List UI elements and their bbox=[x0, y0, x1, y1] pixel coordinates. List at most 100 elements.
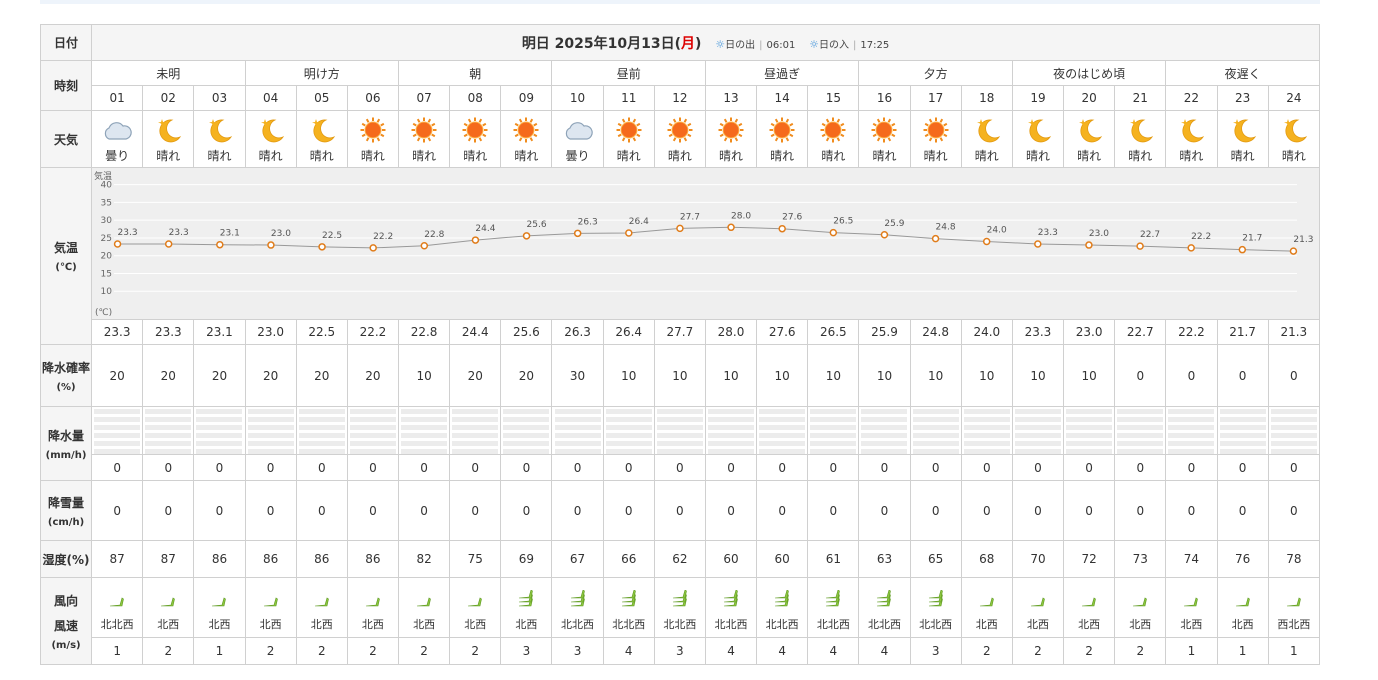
rain-value: 0 bbox=[397, 454, 451, 481]
temp-value: 23.3 bbox=[1011, 319, 1065, 345]
rain-bar-segment bbox=[247, 441, 294, 446]
snow-value: 0 bbox=[960, 480, 1013, 541]
wind-speed-value: 2 bbox=[1114, 637, 1167, 665]
rain-bar-segment bbox=[554, 425, 601, 430]
weather-text: 晴れ bbox=[872, 148, 897, 163]
rain-bar-cell bbox=[1011, 406, 1065, 455]
temp-point bbox=[829, 228, 838, 236]
rain-bar-segment bbox=[912, 417, 959, 422]
rain-unit: (mm/h) bbox=[45, 449, 87, 461]
date-title-suffix: ) bbox=[695, 35, 702, 52]
wind-direction: 北北西 bbox=[612, 617, 646, 631]
y-tick-label: 35 bbox=[101, 198, 112, 208]
rain-bar-segment bbox=[912, 449, 959, 454]
rain-bar-cell bbox=[1063, 406, 1116, 455]
wind-speed-value: 3 bbox=[551, 637, 604, 665]
hour-cell: 22 bbox=[1165, 85, 1218, 111]
weather-text: 晴れ bbox=[1077, 148, 1102, 163]
moon-icon bbox=[976, 118, 1000, 142]
temp-point bbox=[267, 240, 275, 249]
period-row: 時刻 未明 明け方朝昼前 昼過ぎ 夕方 夜のはじめ頃 夜遅く bbox=[39, 60, 1320, 111]
rain-bar-segment bbox=[810, 425, 857, 430]
wind-speed-value: 2 bbox=[346, 637, 400, 665]
snow-value: 0 bbox=[295, 480, 348, 541]
rain-bar-segment bbox=[708, 425, 755, 430]
rain-bar-segment bbox=[656, 409, 703, 414]
rain-bar-segment bbox=[1168, 449, 1215, 454]
wind-speed-value: 4 bbox=[756, 637, 809, 665]
weather-cell: 晴れ bbox=[704, 110, 758, 168]
rain-bar-segment bbox=[1219, 449, 1266, 454]
rain-bar-segment bbox=[503, 433, 550, 438]
rain-bar-segment bbox=[196, 425, 243, 430]
rain-bar-segment bbox=[963, 441, 1010, 446]
humidity-value: 86 bbox=[295, 540, 348, 578]
sun-icon bbox=[411, 117, 437, 142]
sunset-info: ☼日の入 | 17:25 bbox=[809, 37, 890, 51]
wind-unit: (m/s) bbox=[51, 639, 81, 651]
wind-row: 風向 風速 (m/s) 北北西 北西 北西 北西 北西 北西 北西 北西 北西 北北西 北北西 北北西 北北… bbox=[39, 577, 1321, 665]
pop-value: 10 bbox=[1011, 344, 1065, 407]
snow-value: 0 bbox=[602, 480, 655, 541]
y-tick-label: 20 bbox=[101, 251, 113, 261]
temp-point bbox=[165, 239, 173, 248]
sunrise-icon: ☼ bbox=[715, 37, 726, 51]
weather-text: 晴れ bbox=[616, 148, 641, 163]
temp-data-label: 22.7 bbox=[1140, 230, 1160, 240]
rain-bar-segment bbox=[554, 449, 601, 454]
rain-bar-segment bbox=[810, 449, 857, 454]
humidity-value: 65 bbox=[909, 540, 962, 578]
weather-cell: 晴れ bbox=[1114, 110, 1167, 168]
weather-cell: 晴れ bbox=[193, 110, 246, 168]
wind-speed-value: 2 bbox=[1063, 637, 1116, 665]
rain-bar-stack bbox=[1013, 407, 1063, 454]
rain-bar-segment bbox=[1168, 409, 1215, 414]
rain-bar-segment bbox=[1066, 441, 1113, 446]
rain-bar-segment bbox=[94, 441, 141, 446]
rain-value: 0 bbox=[142, 454, 195, 481]
moon-icon bbox=[1079, 118, 1103, 142]
rain-bar-segment bbox=[452, 433, 499, 438]
rain-bar-segment bbox=[656, 449, 703, 454]
rain-bar-segment bbox=[1219, 417, 1266, 422]
weather-cell: 晴れ bbox=[500, 110, 553, 168]
rain-value: 0 bbox=[602, 454, 655, 481]
wind-cell: 北北西 bbox=[858, 577, 911, 638]
snow-value: 0 bbox=[449, 480, 502, 541]
temp-value: 21.7 bbox=[1216, 319, 1269, 345]
wind-arrow-icon bbox=[417, 597, 431, 606]
temp-data-label: 23.3 bbox=[169, 227, 189, 237]
wind-direction: 北西 bbox=[1231, 617, 1254, 631]
sunset-time: 17:25 bbox=[860, 39, 890, 51]
rain-value: 0 bbox=[807, 454, 860, 481]
rain-bar-segment bbox=[349, 441, 396, 446]
sunset-icon: ☼ bbox=[809, 37, 820, 51]
wind-speed-value: 2 bbox=[244, 637, 297, 665]
weather-text: 晴れ bbox=[207, 148, 232, 163]
wind-direction: 北西 bbox=[157, 617, 180, 631]
date-title: 明日 2025年10月13日(月) bbox=[522, 36, 702, 52]
temp-data-label: 24.8 bbox=[936, 222, 956, 232]
rain-bar-stack bbox=[399, 407, 449, 454]
rain-value: 0 bbox=[1216, 454, 1269, 481]
wind-speed-row: 121222223343444432222111 bbox=[41, 637, 1321, 665]
hour-cell: 15 bbox=[807, 85, 860, 111]
rain-bar-segment bbox=[1219, 433, 1266, 438]
hour-cell: 02 bbox=[142, 85, 195, 111]
rain-bar-segment bbox=[912, 409, 959, 414]
rain-bar-segment bbox=[861, 417, 908, 422]
pop-label: 降水確率 (%) bbox=[39, 344, 93, 407]
rain-value: 0 bbox=[295, 454, 348, 481]
wind-arrow-icon bbox=[1235, 597, 1250, 606]
temp-point bbox=[522, 231, 531, 240]
rain-bar-stack bbox=[808, 407, 858, 454]
rain-bar-stack bbox=[604, 407, 654, 454]
temp-point bbox=[931, 234, 940, 242]
rain-bar-cell bbox=[91, 406, 144, 455]
rain-bar-segment bbox=[861, 425, 908, 430]
temp-value: 26.5 bbox=[807, 319, 860, 345]
rain-bar-cell bbox=[909, 406, 962, 455]
moon-icon bbox=[1130, 118, 1154, 142]
rain-bar-segment bbox=[145, 409, 192, 414]
temp-point bbox=[1289, 246, 1298, 255]
